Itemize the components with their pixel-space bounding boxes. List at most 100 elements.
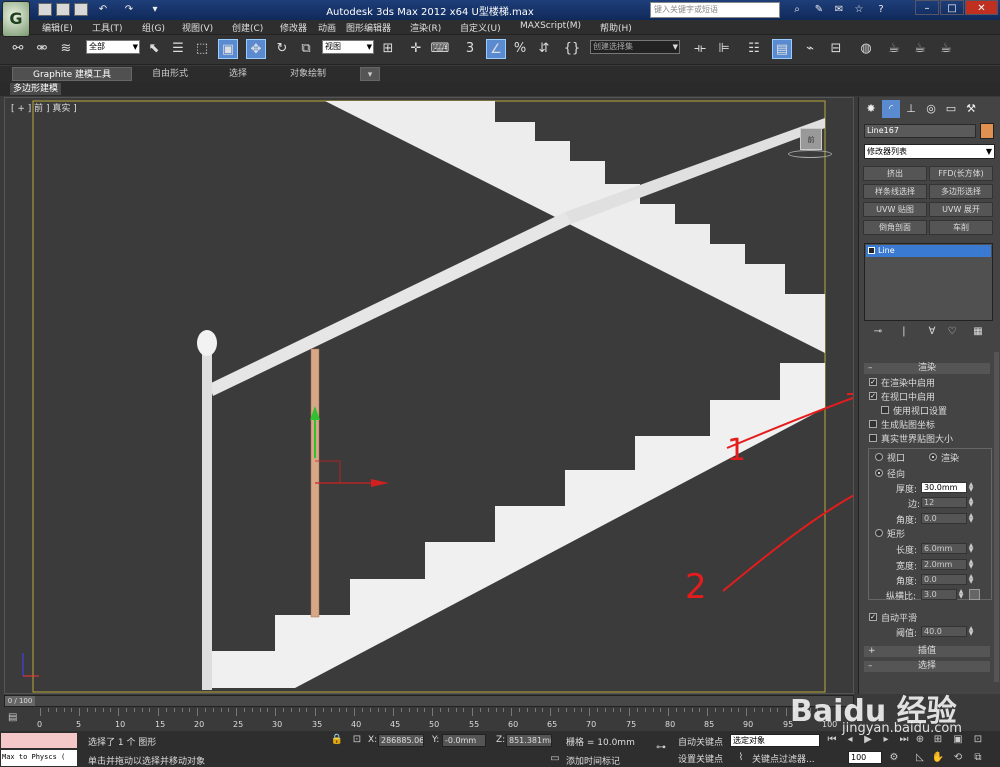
- rendered-frame-window-icon[interactable]: ☕: [910, 39, 930, 59]
- menu-create[interactable]: 创建(C): [232, 21, 263, 34]
- snaps-toggle-icon[interactable]: 3: [460, 39, 480, 59]
- absolute-mode-transform-icon[interactable]: ⊡: [350, 733, 364, 747]
- selection-rollout-header[interactable]: – 选择: [864, 661, 990, 672]
- viewcube[interactable]: 前: [800, 128, 822, 150]
- spline-select-modifier-button[interactable]: 样条线选择: [863, 184, 927, 199]
- mini-curve-editor-icon[interactable]: ▤: [8, 712, 24, 726]
- lathe-modifier-button[interactable]: 车削: [929, 220, 993, 235]
- time-slider-knob[interactable]: 0 / 100: [5, 696, 35, 706]
- viewcube-compass[interactable]: [788, 150, 832, 158]
- renderer-radio[interactable]: [929, 453, 937, 461]
- menu-maxscript[interactable]: MAXScript(M): [520, 21, 581, 31]
- help-icon[interactable]: ?: [874, 3, 888, 16]
- undo-icon[interactable]: ↶: [96, 3, 110, 16]
- ribbon-options-button[interactable]: ▾: [360, 67, 380, 81]
- use-viewport-settings-checkbox[interactable]: [881, 406, 889, 414]
- menu-views[interactable]: 视图(V): [182, 21, 213, 34]
- render-production-icon[interactable]: ☕: [936, 39, 956, 59]
- thickness-spinner[interactable]: 30.0mm: [921, 482, 967, 493]
- track-bar[interactable]: 0 5 10 15 20 25 30 35 40 45 50 55 60 65 70 75 80 85 90 95 10…: [30, 708, 837, 730]
- select-and-move-icon[interactable]: ✥: [246, 39, 266, 59]
- hierarchy-tab-icon[interactable]: ⊥: [902, 100, 920, 118]
- angle-spinner-arrows[interactable]: ▲ ▼: [968, 513, 974, 524]
- auto-key-button[interactable]: 自动关键点: [678, 735, 723, 748]
- edit-named-selection-icon[interactable]: {}: [562, 39, 582, 59]
- interpolation-rollout-header[interactable]: + 插值: [864, 646, 990, 657]
- set-key-icon[interactable]: ⊶: [650, 741, 672, 755]
- field-of-view-icon[interactable]: ◺: [912, 751, 928, 765]
- select-object-icon[interactable]: ⬉: [144, 39, 164, 59]
- open-file-icon[interactable]: [56, 3, 70, 16]
- viewport-label[interactable]: [ + ] 前 ] 真实 ]: [11, 101, 77, 114]
- selection-lock-icon[interactable]: 🔒: [330, 733, 344, 747]
- rect-angle-spinner[interactable]: 0.0: [921, 574, 967, 585]
- z-coordinate-field[interactable]: 851.381mm: [506, 734, 552, 747]
- menu-edit[interactable]: 编辑(E): [42, 21, 73, 34]
- application-button[interactable]: G: [2, 1, 30, 37]
- current-frame-field[interactable]: 100: [848, 751, 882, 764]
- menu-animation[interactable]: 动画: [318, 21, 336, 34]
- menu-modifiers[interactable]: 修改器: [280, 21, 307, 34]
- mirror-icon[interactable]: ⟛: [690, 39, 710, 59]
- select-manipulate-icon[interactable]: ✛: [406, 39, 426, 59]
- viewport-radio[interactable]: [875, 453, 883, 461]
- spinner-snap-icon[interactable]: ⇵: [534, 39, 554, 59]
- front-viewport[interactable]: 1 2 [ + ] 前 ] 真实 ] 前: [4, 97, 854, 694]
- sides-spinner[interactable]: 12: [921, 497, 967, 508]
- window-crossing-icon[interactable]: ▣: [218, 39, 238, 59]
- length-spinner[interactable]: 6.0mm: [921, 543, 967, 554]
- aspect-spinner[interactable]: 3.0: [921, 589, 957, 600]
- aspect-spinner-arrows[interactable]: ▲ ▼: [958, 589, 964, 600]
- rectangular-radio[interactable]: [875, 529, 883, 537]
- y-coordinate-field[interactable]: -0.0mm: [442, 734, 486, 747]
- menu-customize[interactable]: 自定义(U): [460, 21, 501, 34]
- show-end-result-icon[interactable]: ❘: [897, 326, 911, 340]
- time-slider[interactable]: 0 / 100: [4, 695, 854, 707]
- tab-graphite-modeling[interactable]: Graphite 建模工具: [12, 67, 132, 81]
- save-file-icon[interactable]: [74, 3, 88, 16]
- menu-help[interactable]: 帮助(H): [600, 21, 632, 34]
- select-by-name-icon[interactable]: ☰: [168, 39, 188, 59]
- maximize-viewport-icon[interactable]: ⧉: [970, 751, 986, 765]
- generate-mapping-coords-checkbox[interactable]: [869, 420, 877, 428]
- enable-in-renderer-checkbox[interactable]: ✓: [869, 378, 877, 386]
- key-filters-button[interactable]: 关键点过滤器...: [752, 752, 815, 765]
- maxscript-listener-input[interactable]: [1, 733, 77, 748]
- subscription-icon[interactable]: ✎: [812, 3, 826, 16]
- threshold-spinner[interactable]: 40.0: [921, 626, 967, 637]
- orbit-icon[interactable]: ⟲: [950, 751, 966, 765]
- bind-space-warp-icon[interactable]: ≋: [56, 39, 76, 59]
- modifier-list-dropdown[interactable]: 修改器列表 ▼: [864, 144, 995, 159]
- width-spinner[interactable]: 2.0mm: [921, 559, 967, 570]
- stack-item-line[interactable]: Line: [866, 245, 991, 257]
- threshold-spinner-arrows[interactable]: ▲ ▼: [968, 626, 974, 637]
- pin-stack-icon[interactable]: ⊸: [871, 326, 885, 340]
- search-input[interactable]: 键入关键字或短语: [650, 2, 780, 18]
- display-tab-icon[interactable]: ▭: [942, 100, 960, 118]
- rendering-rollout-header[interactable]: – 渲染: [864, 363, 990, 374]
- menu-graph-editors[interactable]: 图形编辑器: [346, 21, 391, 34]
- extrude-modifier-button[interactable]: 挤出: [863, 166, 927, 181]
- zoom-extents-all-icon[interactable]: ⊡: [970, 733, 986, 747]
- enable-in-viewport-checkbox[interactable]: ✓: [869, 392, 877, 400]
- tab-freeform[interactable]: 自由形式: [140, 67, 200, 81]
- close-button[interactable]: ✕: [965, 0, 998, 15]
- align-icon[interactable]: ⊫: [714, 39, 734, 59]
- selection-filter-dropdown[interactable]: 全部 ▼: [86, 40, 140, 54]
- lock-aspect-icon[interactable]: [969, 589, 980, 600]
- maxscript-output[interactable]: Max to Physcs (: [1, 750, 77, 766]
- object-color-swatch[interactable]: [980, 123, 994, 139]
- time-tag-icon[interactable]: ▭: [548, 752, 562, 766]
- real-world-map-size-checkbox[interactable]: [869, 434, 877, 442]
- auto-smooth-checkbox[interactable]: ✓: [869, 613, 877, 621]
- motion-tab-icon[interactable]: ◎: [922, 100, 940, 118]
- configure-modifier-sets-icon[interactable]: ▦: [971, 326, 985, 340]
- x-coordinate-field[interactable]: 286885.06: [378, 734, 424, 747]
- key-mode-dropdown[interactable]: 选定对象: [730, 734, 820, 747]
- binoculars-icon[interactable]: ⌕: [790, 3, 804, 16]
- curve-editor-icon[interactable]: ⌁: [800, 39, 820, 59]
- keyboard-shortcut-override-icon[interactable]: ⌨: [430, 39, 450, 59]
- pan-view-icon[interactable]: ✋: [930, 751, 946, 765]
- uvw-map-modifier-button[interactable]: UVW 贴图: [863, 202, 927, 217]
- ffd-box-modifier-button[interactable]: FFD(长方体): [929, 166, 993, 181]
